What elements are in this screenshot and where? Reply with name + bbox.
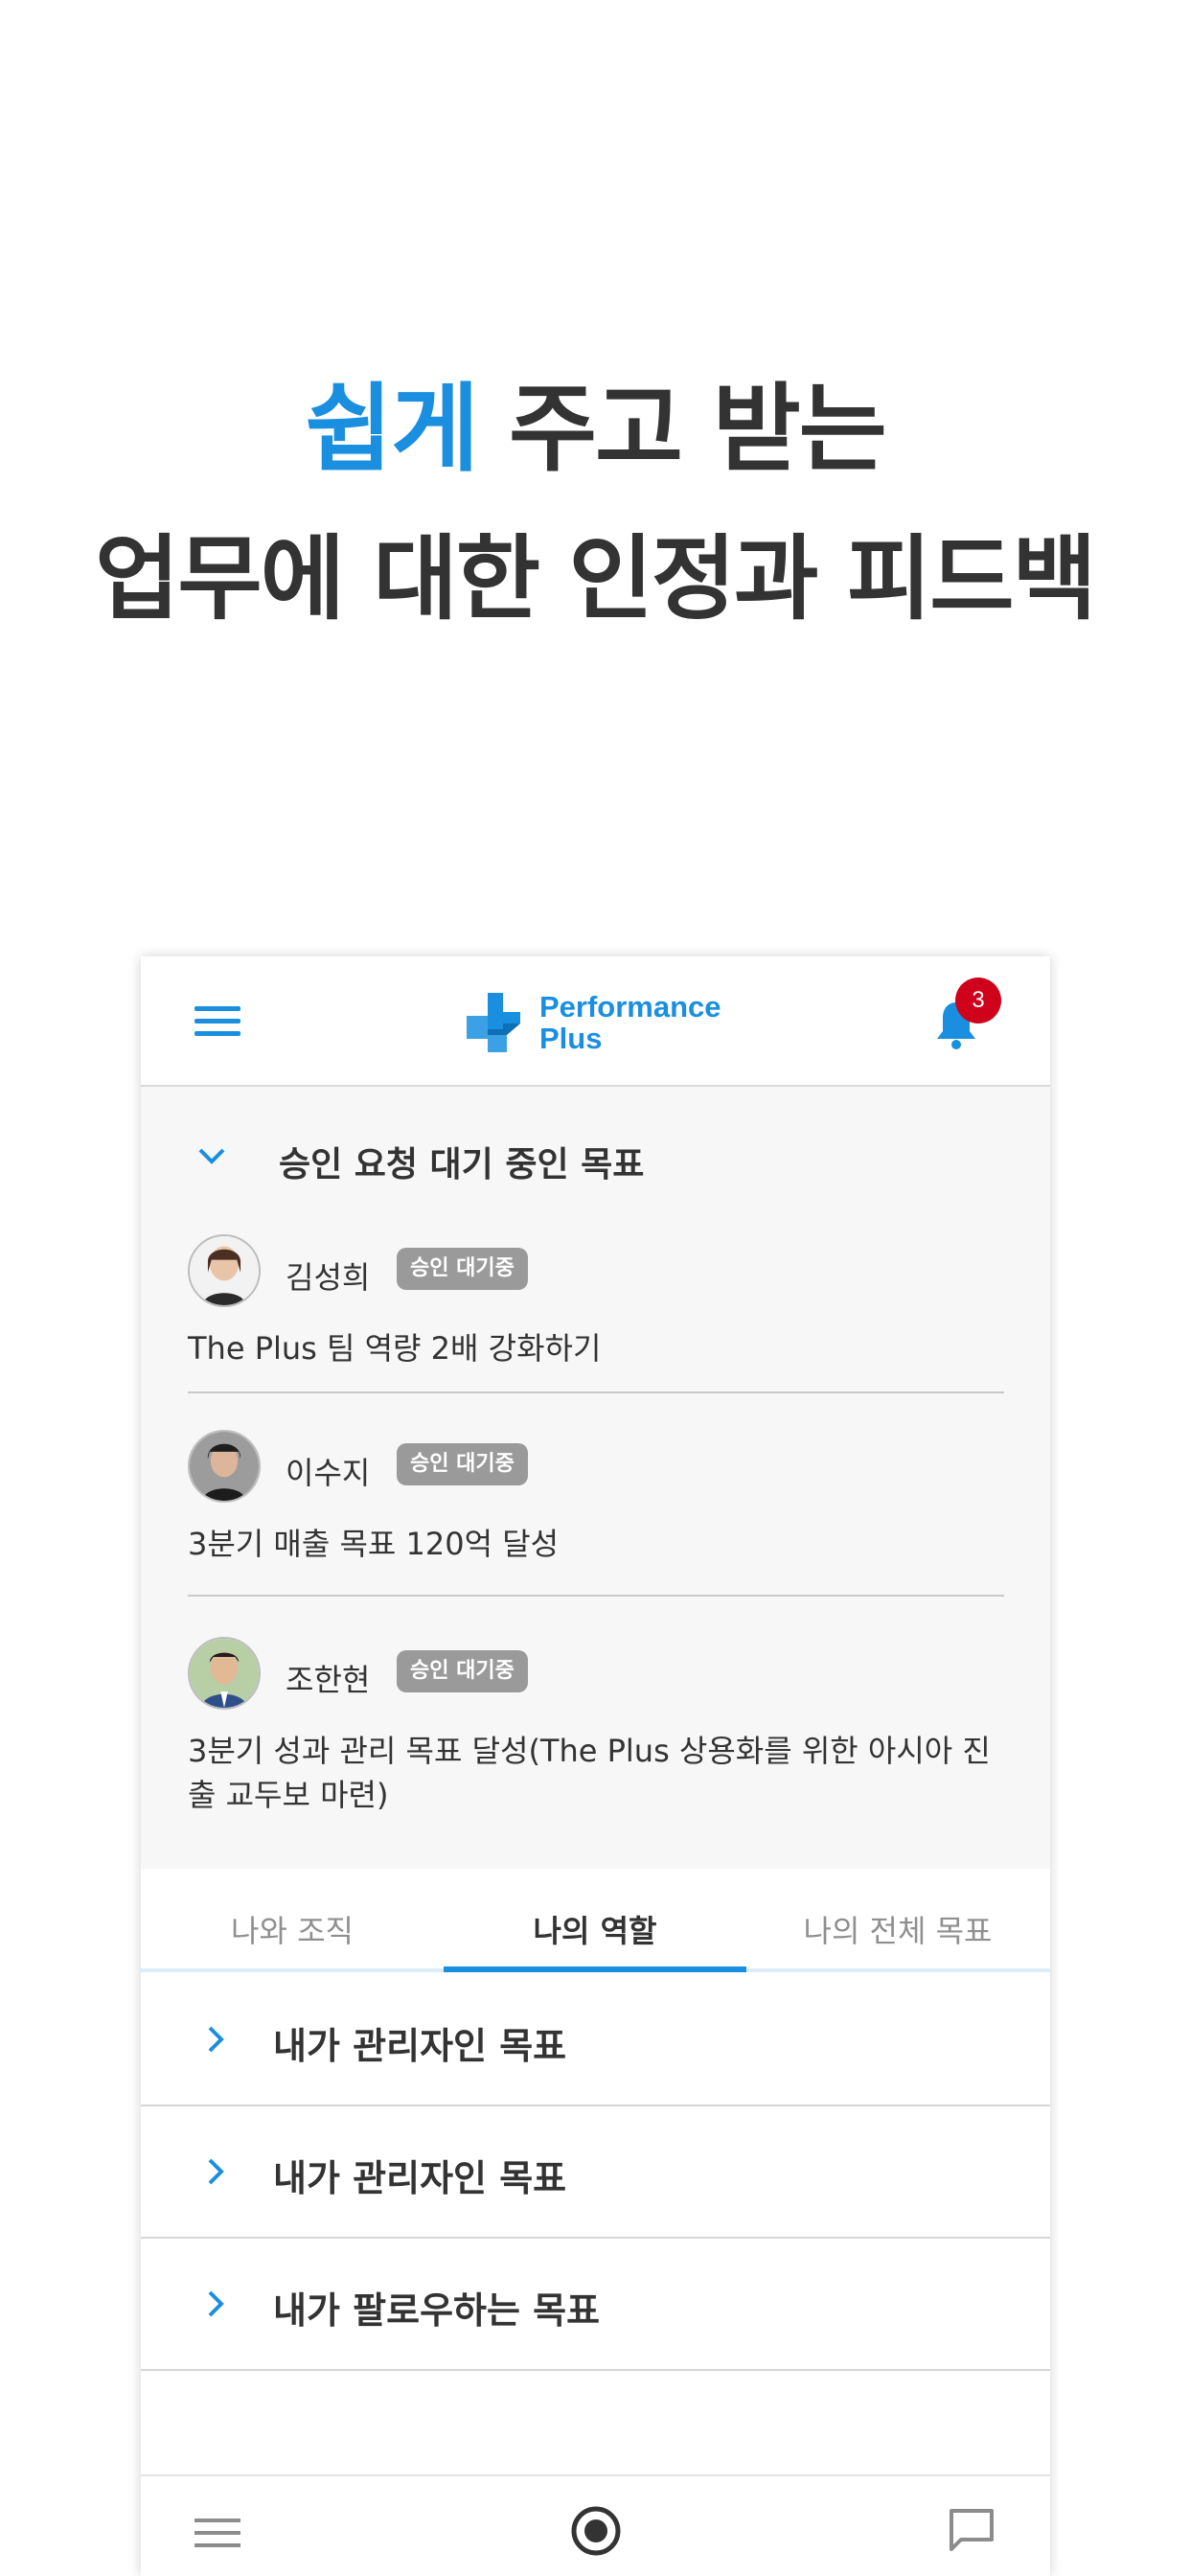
pending-section-title: 승인 요청 대기 중인 목표: [279, 1145, 645, 1184]
chevron-right-icon: [208, 2158, 224, 2185]
app-logo: Performance Plus: [465, 991, 723, 1054]
app-screen: Performance Plus 3 승인 요청 대기 중인 목표 김성희 승인…: [141, 956, 1050, 2576]
bottom-navigation: [141, 2474, 1050, 2576]
notification-count-badge: 3: [955, 978, 1001, 1024]
home-target-icon[interactable]: [570, 2505, 622, 2557]
status-badge: 승인 대기중: [397, 1248, 528, 1290]
tab-all-my-goals[interactable]: 나의 전체 목표: [746, 1869, 1049, 1968]
divider: [188, 1392, 1004, 1393]
pending-approval-section: 승인 요청 대기 중인 목표 김성희 승인 대기중 The Plus 팀 역량 …: [141, 1087, 1050, 1871]
hamburger-menu-icon[interactable]: [195, 1006, 240, 1037]
chevron-down-icon: [198, 1148, 225, 1164]
section-row-label: 내가 관리자인 목표: [273, 2157, 567, 2199]
requester-name: 조한현: [286, 1662, 371, 1698]
section-row-managed-goals[interactable]: 내가 관리자인 목표: [141, 1974, 1050, 2106]
headline-line-1-rest: 주고 받는: [477, 373, 887, 485]
avatar: [188, 1637, 261, 1710]
avatar: [188, 1430, 261, 1503]
section-row-followed-goals[interactable]: 내가 팔로우하는 목표: [141, 2239, 1050, 2371]
status-badge: 승인 대기중: [397, 1650, 528, 1692]
requester-name: 김성희: [286, 1259, 371, 1296]
request-goal-text: The Plus 팀 역량 2배 강화하기: [188, 1330, 602, 1367]
app-bar: Performance Plus 3: [141, 956, 1050, 1087]
section-row-label: 내가 관리자인 목표: [273, 2025, 567, 2067]
headline-accent-word: 쉽게: [305, 373, 479, 485]
active-tab-indicator: [444, 1966, 746, 1972]
chevron-right-icon: [208, 2290, 224, 2317]
request-goal-text: 3분기 성과 관리 목표 달성(The Plus 상용화를 위한 아시아 진출 …: [188, 1733, 991, 1813]
requester-name: 이수지: [286, 1455, 371, 1491]
divider: [188, 1595, 1004, 1597]
avatar: [188, 1234, 261, 1307]
section-row-label: 내가 팔로우하는 목표: [273, 2289, 601, 2332]
status-badge: 승인 대기중: [397, 1443, 528, 1485]
chat-icon[interactable]: [948, 2507, 995, 2553]
tab-me-and-org[interactable]: 나와 조직: [141, 1869, 444, 1968]
section-row-managed-goals[interactable]: 내가 관리자인 목표: [141, 2106, 1050, 2239]
headline-line-2: 업무에 대한 인정과 피드백: [95, 525, 1097, 632]
request-goal-text: 3분기 매출 목표 120억 달성: [188, 1526, 560, 1562]
menu-icon[interactable]: [195, 2518, 240, 2549]
chevron-right-icon: [208, 2026, 224, 2053]
logo-text-line-1: Performance: [539, 990, 721, 1024]
logo-text-line-2: Plus: [539, 1022, 603, 1055]
headline-line-1: 쉽게 주고 받는: [0, 381, 1190, 477]
goal-tabs: 나와 조직 나의 역할 나의 전체 목표: [141, 1869, 1050, 1974]
performance-plus-logo-icon: [467, 993, 520, 1052]
tab-my-role[interactable]: 나의 역할: [444, 1869, 746, 1968]
